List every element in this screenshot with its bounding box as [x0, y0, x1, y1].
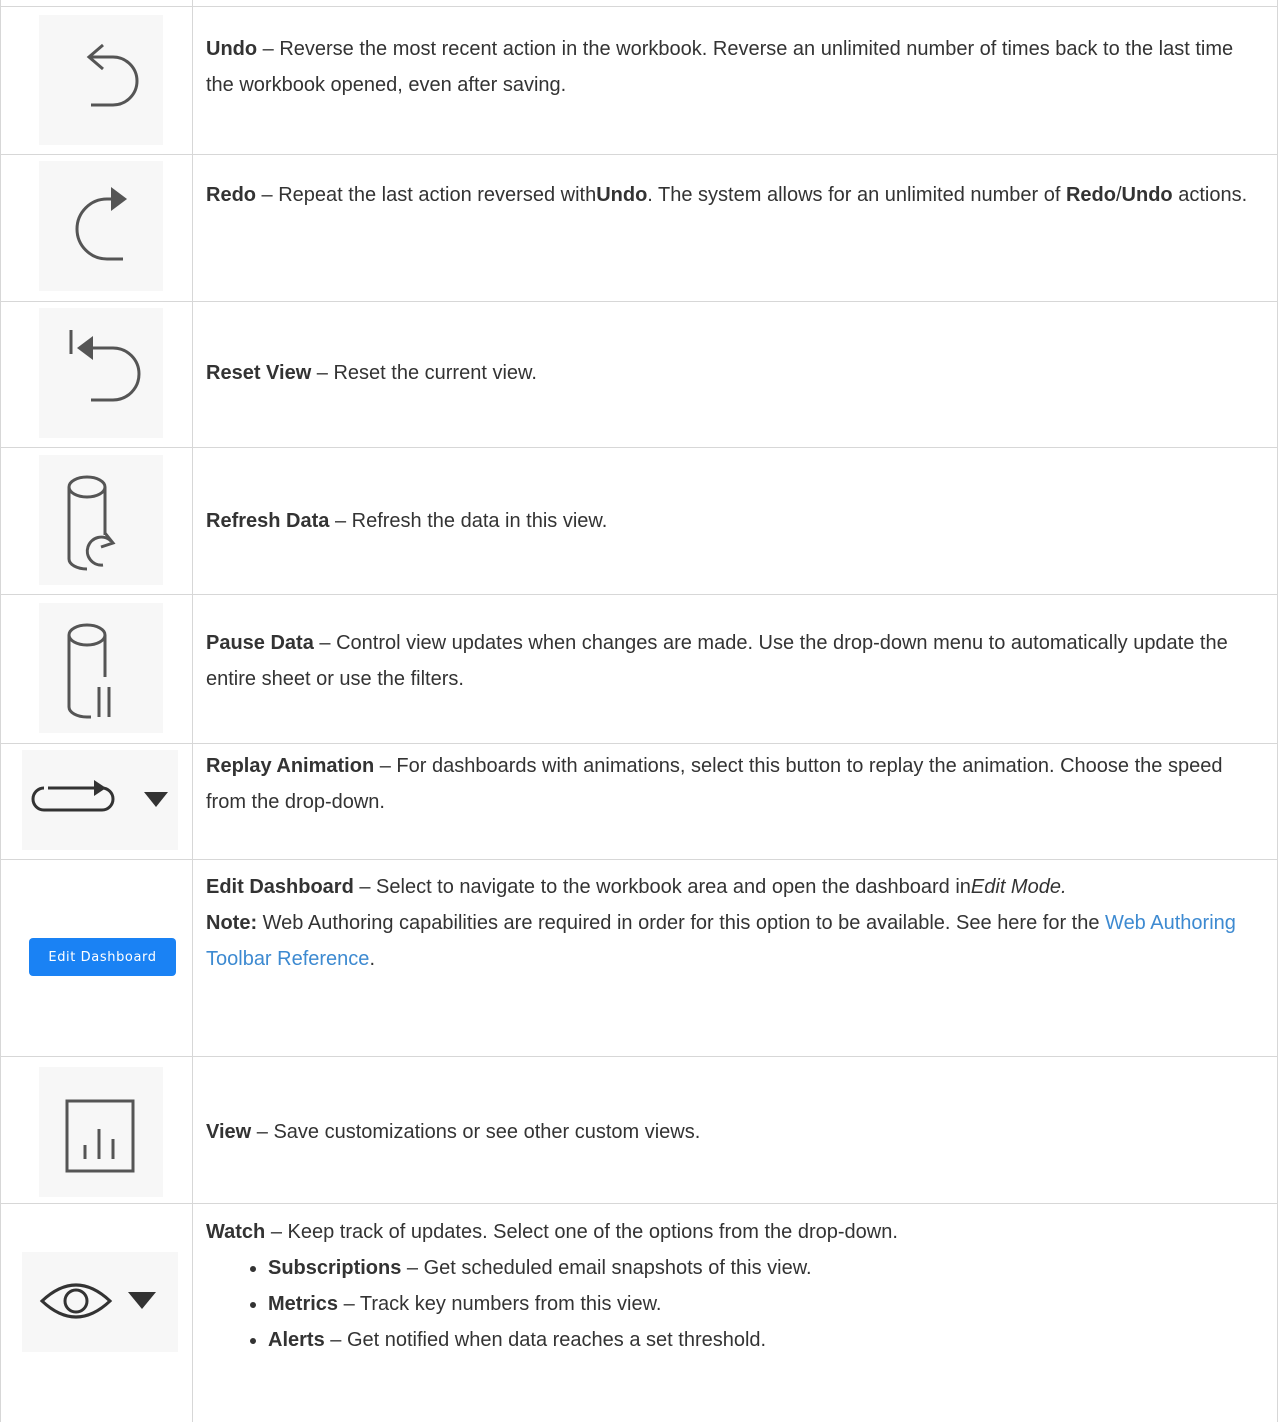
- pause-data-description: Pause Data – Control view updates when c…: [206, 632, 1228, 690]
- list-item: Metrics – Track key numbers from this vi…: [268, 1286, 1262, 1322]
- redo-description: Redo – Repeat the last action reversed w…: [206, 184, 1248, 206]
- table-row: Reset View – Reset the current view.: [0, 301, 1278, 447]
- refresh-data-description: Refresh Data – Refresh the data in this …: [206, 510, 608, 532]
- edit-dashboard-description: Edit Dashboard – Select to navigate to t…: [206, 876, 1236, 970]
- note-label: Note:: [206, 912, 258, 934]
- edit-dashboard-button[interactable]: Edit Dashboard: [29, 938, 176, 976]
- table-row: Watch – Keep track of updates. Select on…: [0, 1203, 1278, 1422]
- table-row: View – Save customizations or see other …: [0, 1056, 1278, 1203]
- undo-description: Undo – Reverse the most recent action in…: [206, 31, 1262, 103]
- watch-options-list: Subscriptions – Get scheduled email snap…: [206, 1250, 1262, 1358]
- table-row: Refresh Data – Refresh the data in this …: [0, 447, 1278, 594]
- watch-icon[interactable]: [22, 1252, 178, 1352]
- watch-description: Watch – Keep track of updates. Select on…: [206, 1214, 1262, 1358]
- redo-icon[interactable]: [39, 161, 163, 291]
- list-item: Subscriptions – Get scheduled email snap…: [268, 1250, 1262, 1286]
- table-row: Undo – Reverse the most recent action in…: [0, 6, 1278, 154]
- table-row: Pause Data – Control view updates when c…: [0, 594, 1278, 743]
- view-description: View – Save customizations or see other …: [206, 1121, 701, 1143]
- replay-animation-description: Replay Animation – For dashboards with a…: [206, 755, 1223, 813]
- list-item: Alerts – Get notified when data reaches …: [268, 1322, 1262, 1358]
- view-icon[interactable]: [39, 1067, 163, 1197]
- chevron-down-icon: [128, 1292, 156, 1309]
- refresh-data-icon[interactable]: [39, 455, 163, 585]
- undo-text: – Reverse the most recent action in the …: [206, 38, 1234, 96]
- undo-icon[interactable]: [39, 15, 163, 145]
- chevron-down-icon: [144, 792, 168, 807]
- table-row: Replay Animation – For dashboards with a…: [0, 743, 1278, 859]
- table-row: Edit Dashboard Edit Dashboard – Select t…: [0, 859, 1278, 1056]
- undo-title: Undo: [206, 38, 258, 60]
- table-row: Redo – Repeat the last action reversed w…: [0, 154, 1278, 301]
- replay-animation-icon[interactable]: [22, 750, 178, 850]
- reset-view-icon[interactable]: [39, 308, 163, 438]
- reset-view-description: Reset View – Reset the current view.: [206, 362, 537, 384]
- redo-title: Redo: [206, 184, 256, 206]
- pause-data-icon[interactable]: [39, 603, 163, 733]
